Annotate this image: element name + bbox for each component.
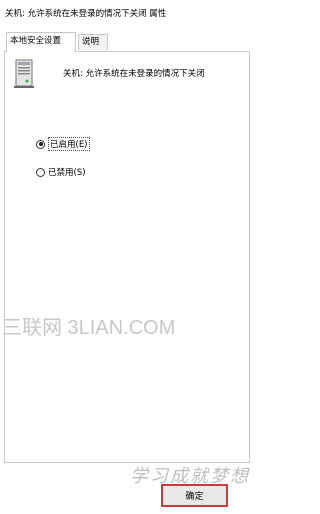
enabled-radio[interactable]: [36, 139, 45, 149]
enabled-label[interactable]: 已启用(E): [48, 137, 90, 151]
site-watermark: 三联网 3LIAN.COM: [2, 317, 176, 339]
tab-explain[interactable]: 说明: [78, 34, 108, 50]
server-policy-icon: [14, 59, 34, 88]
tab-local-security-setting[interactable]: 本地安全设置: [6, 32, 76, 52]
disabled-label[interactable]: 已禁用(S): [48, 166, 86, 178]
tab-panel: [4, 51, 250, 463]
disabled-option[interactable]: 已禁用(S): [36, 165, 86, 179]
disabled-radio[interactable]: [36, 167, 45, 177]
policy-name: 关机: 允许系统在未登录的情况下关闭: [63, 69, 205, 79]
tab-strip: 本地安全设置 说明: [0, 32, 254, 52]
enabled-option[interactable]: 已启用(E): [36, 137, 90, 151]
window-title: 关机: 允许系统在未登录的情况下关闭 属性: [5, 9, 167, 19]
ok-button[interactable]: 确定: [161, 484, 228, 507]
title-bar: 关机: 允许系统在未登录的情况下关闭 属性: [0, 0, 254, 26]
